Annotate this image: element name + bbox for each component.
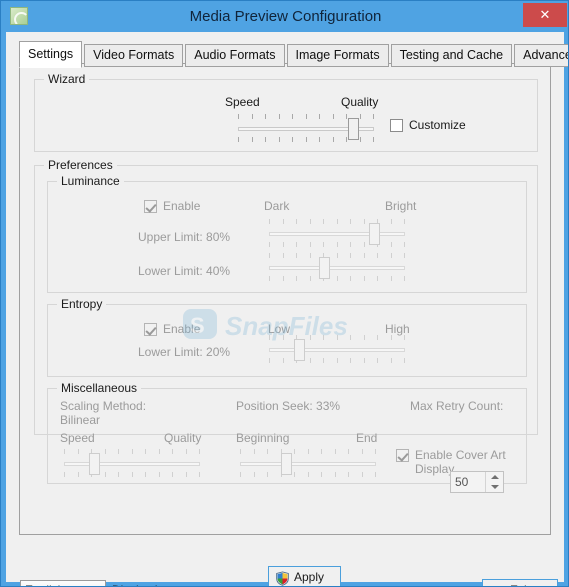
luminance-upper-limit-label: Upper Limit: 80% [138,230,231,244]
wizard-group-label: Wizard [44,72,90,86]
tab-testing-and-cache[interactable]: Testing and Cache [390,44,513,67]
luminance-enable-checkbox-box [144,200,157,213]
position-seek-slider[interactable] [240,447,376,481]
entropy-group-label: Entropy [57,297,107,311]
tab-audio-formats[interactable]: Audio Formats [185,44,285,67]
display-language-caption: Display Language [112,583,208,586]
scaling-thumb[interactable] [89,453,100,475]
cover-art-checkbox-box [396,449,409,462]
uac-shield-icon [276,571,289,586]
luminance-lower-limit-label: Lower Limit: 40% [138,264,231,278]
entropy-enable-label: Enable [163,322,201,336]
display-language-value: English [25,583,64,586]
settings-tab-panel: Wizard Speed Quality Customize Preferenc… [19,63,551,586]
cover-art-label-line1: Enable Cover Art [415,448,506,462]
scaling-ticks-bottom [64,472,200,477]
max-retry-count-spinner[interactable]: 50 [450,471,504,493]
luminance-dark-label: Dark [264,199,290,213]
tab-advanced[interactable]: Advanced [514,44,568,67]
scaling-ticks-top [64,449,200,454]
entropy-thumb[interactable] [294,339,305,361]
position-track [240,462,376,466]
wizard-quality-label: Quality [341,95,379,109]
position-beginning-label: Beginning [236,431,290,445]
max-retry-count-label: Max Retry Count: [410,399,504,413]
close-button[interactable]: ✕ [523,3,567,27]
miscellaneous-group-label: Miscellaneous [57,381,142,395]
luminance-enable-label: Enable [163,199,201,213]
scaling-slider[interactable] [64,447,200,481]
apply-button-label: Apply [294,570,325,584]
scaling-method-value: Bilinear [60,413,101,427]
entropy-track [269,348,405,352]
customize-checkbox-label: Customize [409,118,466,132]
luminance-lower-thumb[interactable] [319,257,330,279]
position-thumb[interactable] [281,453,292,475]
tab-video-formats[interactable]: Video Formats [84,44,184,67]
scaling-speed-label: Speed [60,431,95,445]
luminance-group: Luminance Enable Dark Bright Upper Limit… [47,174,527,293]
tab-image-formats[interactable]: Image Formats [286,44,389,67]
luminance-upper-slider[interactable] [269,217,405,251]
luminance-bright-label: Bright [385,199,417,213]
scaling-method-label: Scaling Method: [60,399,147,413]
max-retry-count-value: 50 [455,475,469,489]
luminance-upper-ticks-top [269,219,405,224]
tab-settings[interactable]: Settings [19,41,83,68]
window-title: Media Preview Configuration [189,8,382,25]
wizard-slider[interactable] [238,112,374,146]
apply-button[interactable]: Apply [268,566,341,586]
luminance-upper-ticks-bottom [269,242,405,247]
entropy-group: Entropy Enable Low High Lower Limit: 20% [47,297,527,377]
display-language-select[interactable]: English [20,580,106,586]
luminance-lower-slider[interactable] [269,251,405,285]
application-window: Media Preview Configuration ✕ Settings Vi… [0,0,569,587]
wizard-speed-label: Speed [225,95,260,109]
position-ticks-top [240,449,376,454]
entropy-ticks-top [269,335,405,340]
spinner-buttons [485,472,503,492]
chevron-up-icon [491,475,499,479]
tab-strip: Settings Video Formats Audio Formats Image … [19,41,568,68]
preferences-group: Preferences Luminance Enable Dark Bright… [34,158,538,484]
entropy-slider[interactable] [269,333,405,367]
luminance-lower-track [269,266,405,270]
entropy-lower-limit-label: Lower Limit: 20% [138,345,231,359]
entropy-ticks-bottom [269,358,405,363]
chevron-down-icon [491,485,499,489]
client-area: Settings Video Formats Audio Formats Image … [6,32,568,586]
position-end-label: End [356,431,378,445]
luminance-group-label: Luminance [57,174,124,188]
miscellaneous-group: Miscellaneous Scaling Method: Bilinear S… [47,381,527,484]
scaling-quality-label: Quality [164,431,202,445]
luminance-lower-ticks-top [269,253,405,258]
spinner-down-button[interactable] [486,482,503,492]
luminance-upper-track [269,232,405,236]
preferences-group-label: Preferences [44,158,117,172]
luminance-lower-ticks-bottom [269,276,405,281]
title-bar: Media Preview Configuration ✕ [1,1,568,32]
wizard-slider-thumb[interactable] [348,118,359,140]
scaling-track [64,462,200,466]
customize-checkbox-box [390,119,403,132]
wizard-group: Wizard Speed Quality Customize [34,72,538,152]
entropy-enable-checkbox-box [144,323,157,336]
position-seek-label: Position Seek: 33% [236,399,341,413]
luminance-upper-thumb[interactable] [369,223,380,245]
spinner-up-button[interactable] [486,472,503,482]
exit-button[interactable]: Exit [482,579,558,586]
cover-art-label-line2: Display [415,462,455,476]
position-ticks-bottom [240,472,376,477]
